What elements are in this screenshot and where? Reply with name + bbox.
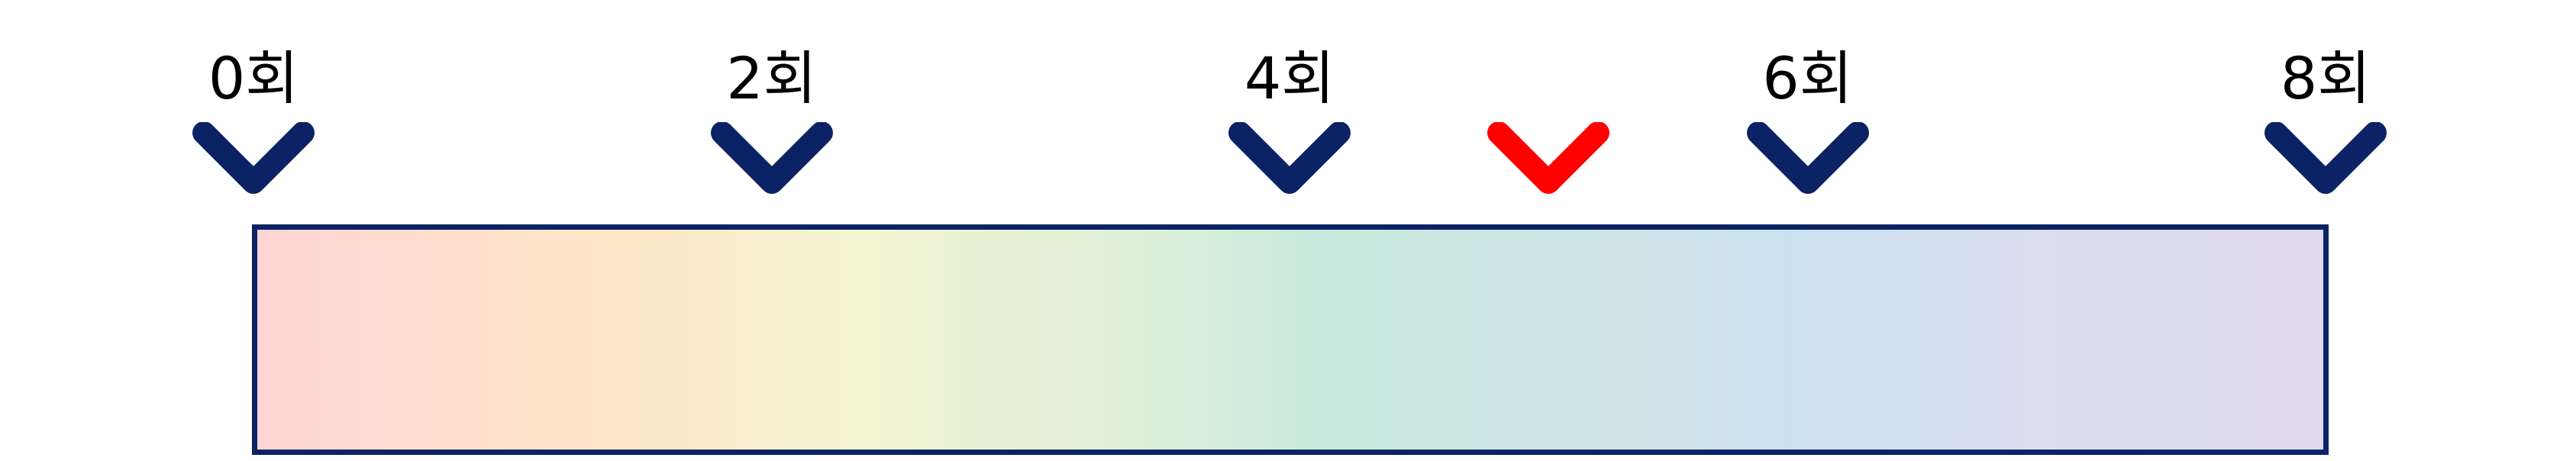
tick-label-4: 4회 [1244, 44, 1335, 112]
chevron-down-icon [1487, 122, 1610, 194]
chevron-down-icon [1746, 122, 1869, 194]
chevron-down-icon [1228, 122, 1351, 194]
rating-scale: 0회 2회 4회 6회 8회 [0, 0, 2576, 461]
tick-label-2: 2회 [726, 44, 817, 112]
tick-chevron-8 [2264, 122, 2387, 198]
tick-chevron-0 [192, 122, 315, 198]
gradient-bar [252, 224, 2329, 455]
chevron-down-icon [192, 122, 315, 194]
tick-label-6: 6회 [1762, 44, 1853, 112]
chevron-down-icon [710, 122, 833, 194]
tick-chevron-2 [710, 122, 833, 198]
marker-chevron [1487, 122, 1610, 198]
tick-label-8: 8회 [2280, 44, 2371, 112]
chevron-down-icon [2264, 122, 2387, 194]
tick-chevron-4 [1228, 122, 1351, 198]
tick-label-0: 0회 [208, 44, 299, 112]
tick-chevron-6 [1746, 122, 1869, 198]
